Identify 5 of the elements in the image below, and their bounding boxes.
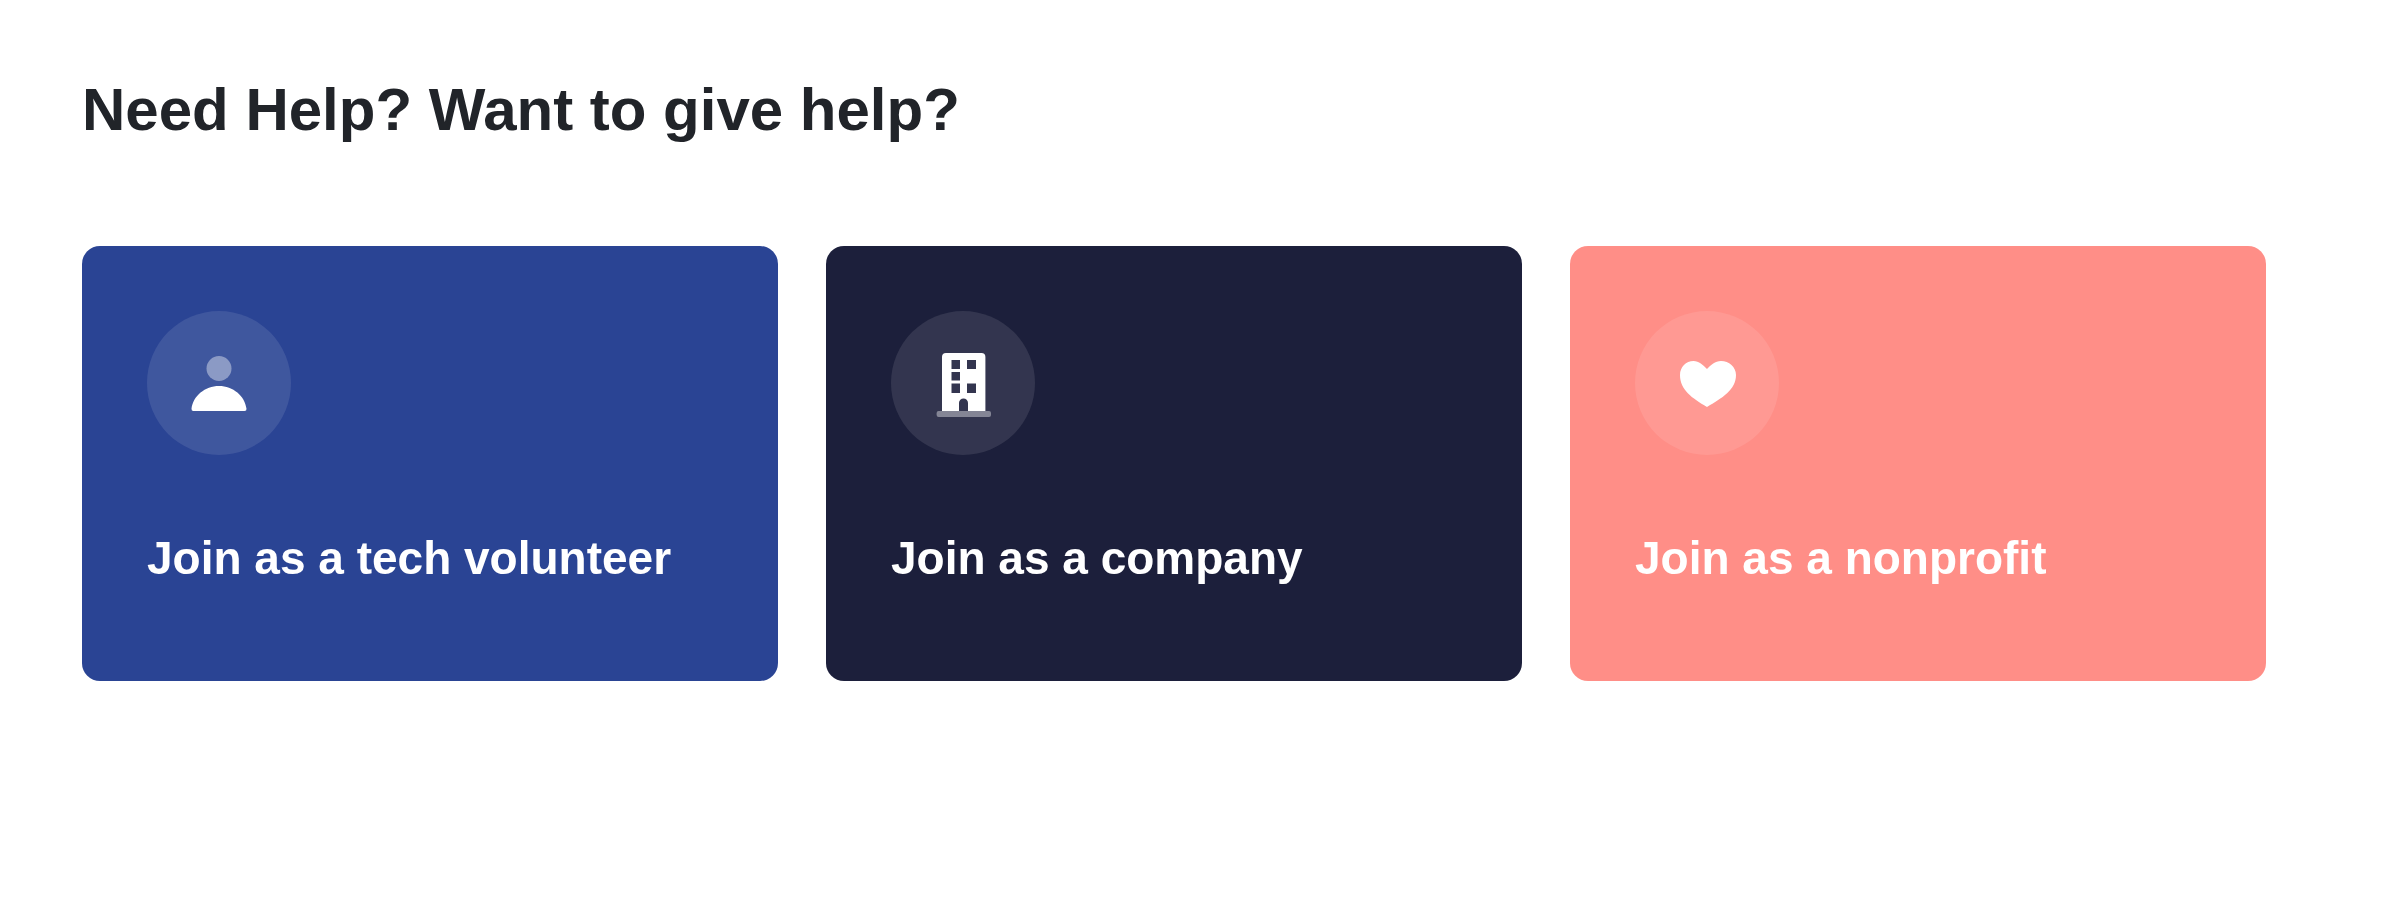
join-card[interactable]: Join as a tech volunteer [82,246,778,681]
person-icon [147,311,291,455]
section-heading: Need Help? Want to give help? [82,75,961,145]
building-icon [891,311,1035,455]
join-card[interactable]: Join as a company [826,246,1522,681]
